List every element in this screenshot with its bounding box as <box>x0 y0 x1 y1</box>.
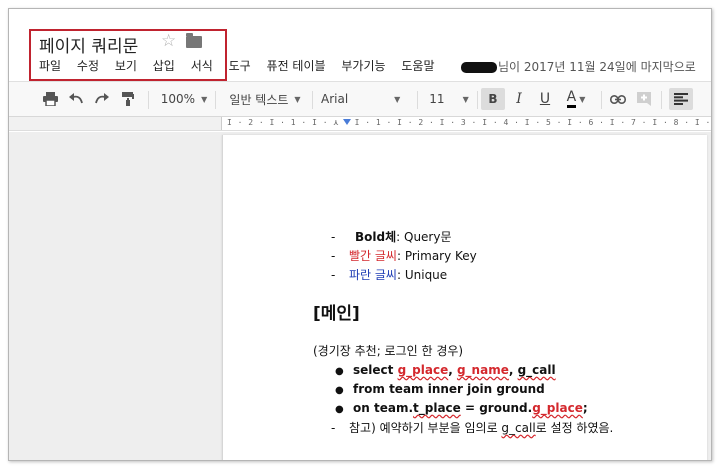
folder-icon[interactable] <box>186 33 202 48</box>
align-left-icon[interactable] <box>669 88 693 110</box>
link-icon[interactable] <box>607 88 629 110</box>
chevron-down-icon: ▼ <box>394 94 401 104</box>
menu-file[interactable]: 파일 <box>39 57 61 74</box>
bullet: ● <box>335 366 344 377</box>
undo-icon[interactable] <box>65 88 87 110</box>
menu-help[interactable]: 도움말 <box>401 57 434 74</box>
redo-icon[interactable] <box>91 88 113 110</box>
zoom-select[interactable]: 100% ▼ <box>157 88 211 110</box>
note-line: - 참고) 예약하기 부분을 임의로 g_call로 설정 하였음. <box>331 421 614 435</box>
document-canvas: - Bold체: Query문 - 빨간 글씨: Primary Key - 파란 글… <box>9 132 711 460</box>
menu-edit[interactable]: 수정 <box>77 57 99 74</box>
legend-red: - 빨간 글씨: Primary Key <box>331 249 477 263</box>
star-icon[interactable]: ☆ <box>161 31 176 51</box>
toolbar-divider <box>148 91 149 109</box>
underline-button[interactable]: U <box>535 88 555 110</box>
menu-view[interactable]: 보기 <box>115 57 137 74</box>
document-page[interactable]: - Bold체: Query문 - 빨간 글씨: Primary Key - 파란 글… <box>222 135 707 460</box>
indent-marker[interactable] <box>343 119 351 125</box>
toolbar-divider <box>477 91 478 109</box>
case-label: (경기장 추천; 로그인 한 경우) <box>313 344 464 358</box>
query-line-2: ● from team inner join ground <box>335 382 545 396</box>
style-value: 일반 텍스트 <box>229 92 289 107</box>
menu-addons[interactable]: 부가기능 <box>341 57 385 74</box>
dash: - <box>331 421 336 435</box>
menu-format[interactable]: 서식 <box>191 57 213 74</box>
chevron-down-icon: ▼ <box>579 94 586 104</box>
menu-fusion-tables[interactable]: 퓨전 테이블 <box>267 57 326 74</box>
comment-icon[interactable] <box>633 88 655 110</box>
print-icon[interactable] <box>39 88 61 110</box>
bold-button[interactable]: B <box>481 88 505 110</box>
last-edit-link[interactable]: 님이 2017년 11월 24일에 마지막으로 <box>461 58 696 75</box>
italic-button[interactable]: I <box>509 88 529 110</box>
font-size-value: 11 <box>429 92 445 106</box>
ruler: I · 2 · I · 1 · I · ⋏ · I · 1 · I · 2 · … <box>9 117 711 131</box>
query-line-3: ● on team.t_place = ground.g_place; <box>335 401 588 415</box>
bullet: ● <box>335 404 344 415</box>
window-frame: 페이지 쿼리문 ☆ 파일 수정 보기 삽입 서식 도구 퓨전 테이블 부가기능 … <box>8 8 712 461</box>
docs-header: 페이지 쿼리문 ☆ 파일 수정 보기 삽입 서식 도구 퓨전 테이블 부가기능 … <box>9 9 711 81</box>
bullet: ● <box>335 385 344 396</box>
query-line-1: ● select g_place, g_name, g_call <box>335 363 556 377</box>
redacted-name <box>461 62 497 73</box>
menu-bar: 파일 수정 보기 삽입 서식 도구 퓨전 테이블 부가기능 도움말 <box>33 57 441 75</box>
style-select[interactable]: 일반 텍스트 ▼ <box>223 88 307 110</box>
menu-insert[interactable]: 삽입 <box>153 57 175 74</box>
toolbar-divider <box>601 91 602 109</box>
font-size-select[interactable]: 11 ▼ <box>425 88 473 110</box>
font-select[interactable]: Arial ▼ <box>321 88 413 110</box>
paint-format-icon[interactable] <box>117 88 139 110</box>
document-title[interactable]: 페이지 쿼리문 <box>39 32 138 57</box>
chevron-down-icon: ▼ <box>294 94 301 104</box>
section-heading: [메인] <box>313 304 360 324</box>
menu-tools[interactable]: 도구 <box>229 57 251 74</box>
ruler-marks: I · 2 · I · 1 · I · ⋏ · I · 1 · I · 2 · … <box>227 118 711 127</box>
last-edit-text: 님이 2017년 11월 24일에 마지막으로 <box>498 60 696 74</box>
chevron-down-icon: ▼ <box>201 94 208 104</box>
toolbar-divider <box>215 91 216 109</box>
toolbar-divider <box>312 91 313 109</box>
legend-bold: - Bold체: Query문 <box>331 230 452 244</box>
toolbar-divider <box>661 91 662 109</box>
chevron-down-icon: ▼ <box>462 94 469 104</box>
toolbar-divider <box>417 91 418 109</box>
text-color-button[interactable]: A ▼ <box>561 88 591 110</box>
toolbar: 100% ▼ 일반 텍스트 ▼ Arial ▼ 11 ▼ B I U A ▼ <box>9 81 711 117</box>
font-value: Arial <box>321 92 349 106</box>
text-color-label: A <box>566 90 577 108</box>
legend-blue: - 파란 글씨: Unique <box>331 268 448 282</box>
zoom-value: 100% <box>160 92 196 106</box>
